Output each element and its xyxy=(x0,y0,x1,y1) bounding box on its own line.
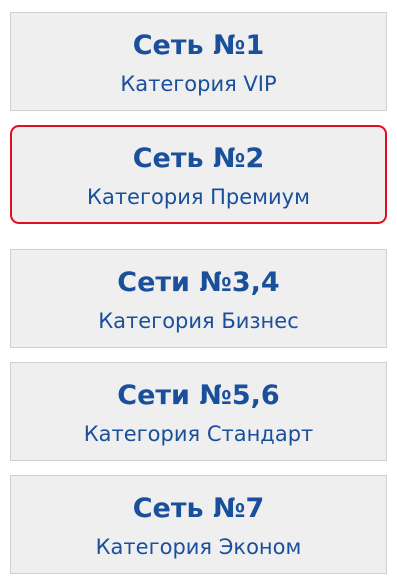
network-title: Сети №5,6 xyxy=(117,380,280,411)
network-category: Категория Бизнес xyxy=(98,309,299,333)
network-title: Сеть №2 xyxy=(132,143,265,174)
network-title: Сеть №7 xyxy=(132,493,265,524)
network-title: Сети №3,4 xyxy=(117,267,280,298)
network-category: Категория Премиум xyxy=(87,185,310,209)
network-option-1[interactable]: Сеть №1 Категория VIP xyxy=(10,12,387,111)
network-category: Категория Эконом xyxy=(95,535,302,559)
network-category: Категория Стандарт xyxy=(83,422,314,446)
network-option-5-6[interactable]: Сети №5,6 Категория Стандарт xyxy=(10,362,387,461)
network-option-2[interactable]: Сеть №2 Категория Премиум xyxy=(10,125,387,224)
network-category: Категория VIP xyxy=(120,72,277,96)
network-option-3-4[interactable]: Сети №3,4 Категория Бизнес xyxy=(10,249,387,348)
network-option-7[interactable]: Сеть №7 Категория Эконом xyxy=(10,475,387,574)
network-title: Сеть №1 xyxy=(132,30,265,61)
